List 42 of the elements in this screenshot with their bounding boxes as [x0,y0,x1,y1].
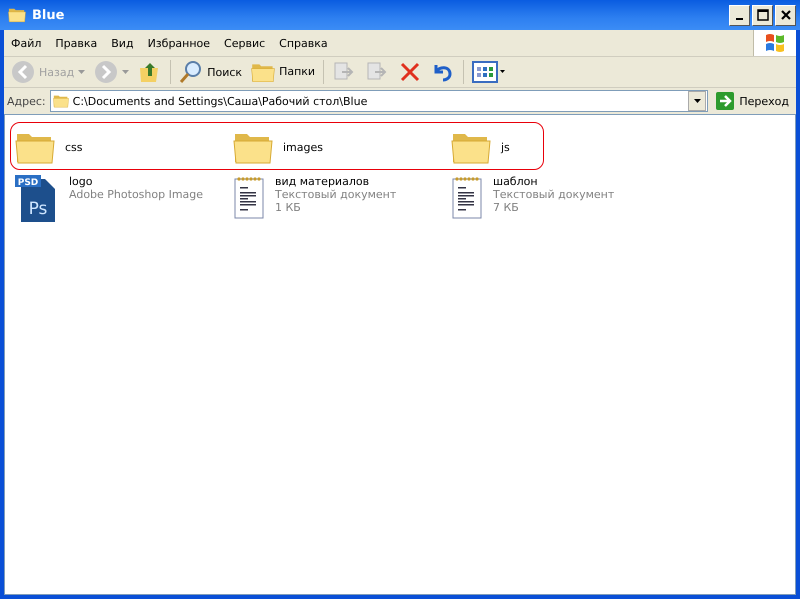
dropdown-button[interactable] [688,91,706,111]
address-label: Адрес: [7,94,46,108]
close-icon [780,10,790,20]
file-size: 1 КБ [275,201,302,214]
file-type: Текстовый документ [493,188,614,201]
close-button[interactable] [775,4,796,26]
folder-name[interactable]: js [501,140,510,154]
maximize-icon [756,9,768,21]
folder-icon [8,7,26,23]
file-name[interactable]: вид материалов [275,175,396,188]
address-field[interactable]: C:\Documents and Settings\Саша\Рабочий стол\Blue [50,90,708,112]
search-icon [179,60,204,84]
file-name[interactable]: logo [69,175,204,188]
text-document-icon [233,175,265,219]
menu-item[interactable]: Правка [48,36,104,50]
menu-item[interactable]: Избранное [140,36,218,50]
caret-icon [122,70,130,74]
window-title: Blue [32,8,66,22]
menu-item[interactable]: Вид [104,36,141,50]
menu-item[interactable]: Файл [4,36,48,50]
windows-logo-icon [764,33,786,53]
search-button[interactable]: Поиск [176,58,246,86]
folder-name[interactable]: css [65,140,83,154]
minimize-button[interactable] [729,4,750,26]
file-size: 7 КБ [493,201,520,214]
folder-name[interactable]: images [283,140,323,154]
go-button[interactable]: Переход [712,92,793,110]
minimize-icon [736,18,743,20]
views-icon [472,60,506,84]
folders-icon [251,62,276,82]
menu-item[interactable]: Сервис [217,36,272,50]
file-type: Текстовый документ [275,188,396,201]
file-name[interactable]: шаблон [493,175,614,188]
file-type: Adobe Photoshop Image [69,188,204,201]
folders-button[interactable]: Папки [248,60,318,84]
go-arrow-icon [716,92,734,110]
caret-icon [694,99,701,103]
menu-item[interactable]: Справка [272,36,335,50]
folder-icon [52,94,69,108]
maximize-button[interactable] [752,4,773,26]
text-document-icon [451,175,483,219]
caret-icon [78,70,86,74]
